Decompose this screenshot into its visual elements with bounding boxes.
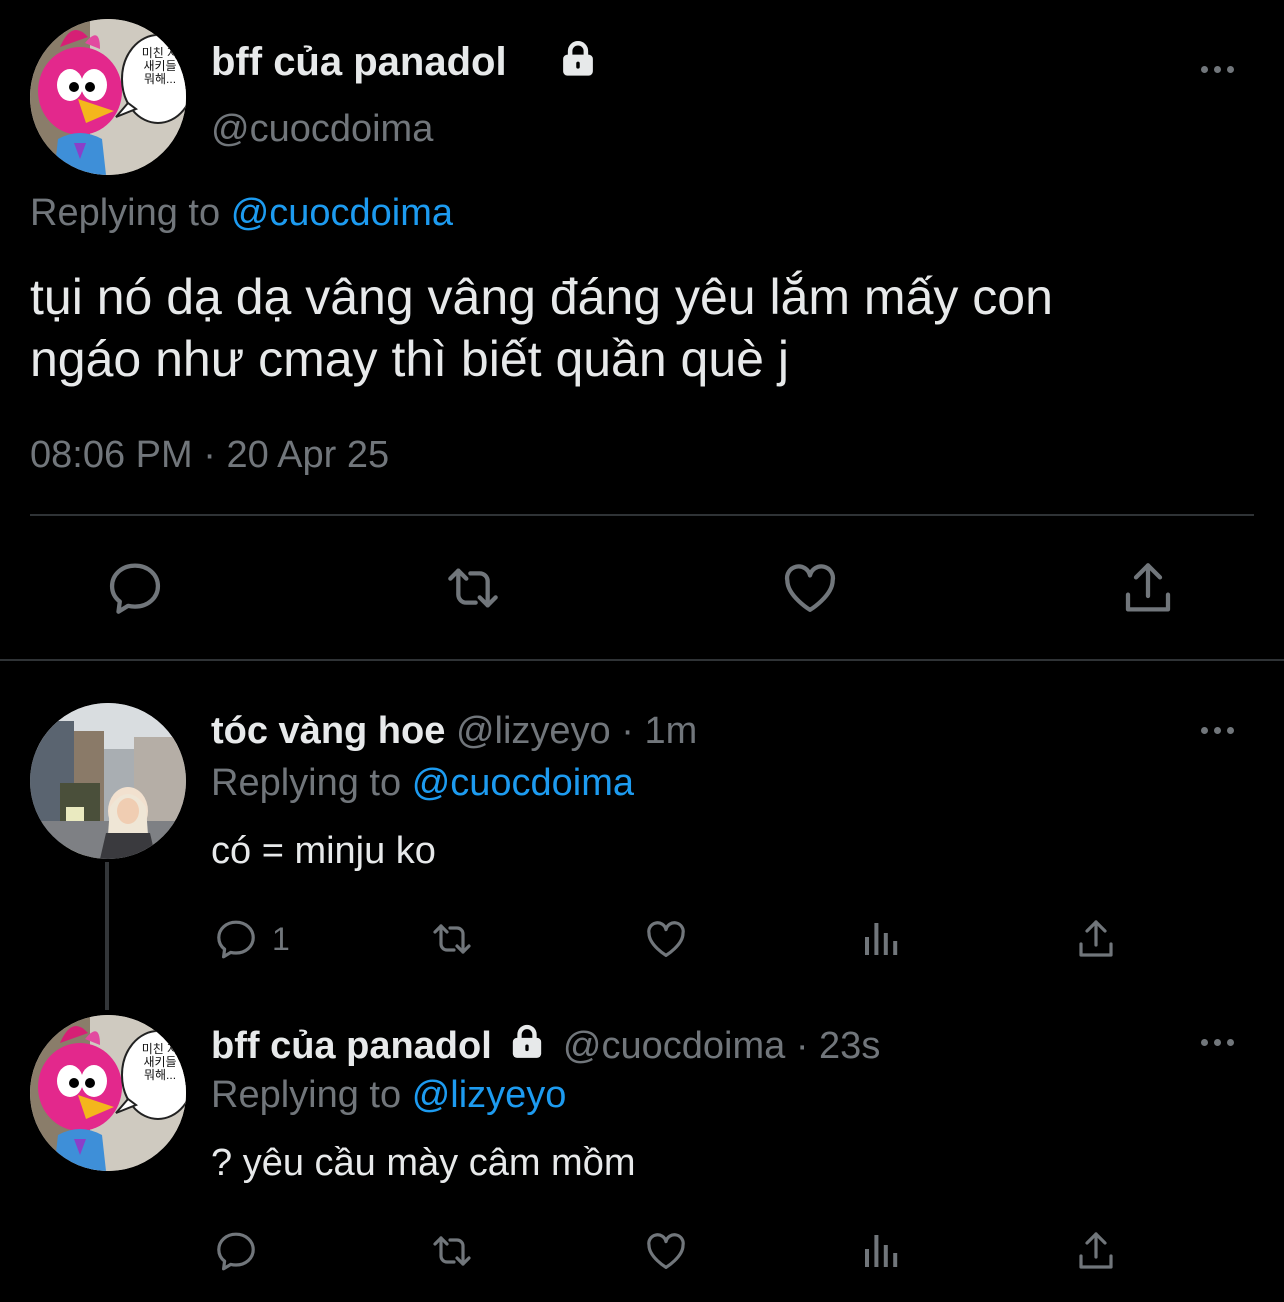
tweet-text-line-1: tụi nó dạ dạ vâng vâng đáng yêu lắm mấy … — [30, 269, 1053, 325]
views-icon[interactable] — [858, 1227, 906, 1275]
replying-to-line: Replying to @cuocdoima — [30, 190, 453, 236]
reply-icon[interactable] — [103, 556, 167, 620]
section-divider — [0, 659, 1284, 661]
like-icon[interactable] — [778, 556, 842, 620]
reply-handle[interactable]: @lizyeyo — [456, 710, 611, 752]
tweet-timestamp[interactable]: 08:06 PM · 20 Apr 25 — [30, 432, 389, 478]
reply-header: tóc vàng hoe @lizyeyo · 1m — [211, 708, 697, 754]
reply-replying-to-line: Replying to @lizyeyo — [211, 1072, 566, 1118]
share-icon[interactable] — [1072, 915, 1120, 963]
retweet-icon[interactable] — [428, 915, 476, 963]
tweet-date: 20 Apr 25 — [226, 434, 390, 476]
reply-display-name[interactable]: bff của panadol — [211, 1025, 492, 1067]
replying-to-link[interactable]: @cuocdoima — [231, 192, 453, 234]
reply-header: bff của panadol @cuocdoima · 23s — [211, 1022, 880, 1069]
reply-icon[interactable] — [212, 915, 260, 963]
replying-prefix: Replying to — [30, 192, 221, 234]
share-icon[interactable] — [1116, 556, 1180, 620]
tweet-time: 08:06 PM — [30, 434, 193, 476]
reply-separator: · — [621, 710, 634, 752]
reply-text: có = minju ko — [211, 830, 436, 872]
replying-to-link[interactable]: @lizyeyo — [412, 1074, 567, 1116]
retweet-icon[interactable] — [441, 556, 505, 620]
more-icon[interactable] — [1201, 727, 1234, 734]
author-display-name[interactable]: bff của panadol — [211, 38, 507, 86]
share-icon[interactable] — [1072, 1227, 1120, 1275]
tweet-text: tụi nó dạ dạ vâng vâng đáng yêu lắm mấy … — [30, 266, 1053, 390]
author-handle[interactable]: @cuocdoima — [211, 106, 433, 152]
like-icon[interactable] — [642, 1227, 690, 1275]
timestamp-separator: · — [203, 434, 216, 476]
tweet-text-line-2: ngáo như cmay thì biết quần què j — [30, 331, 789, 387]
reply-age[interactable]: 1m — [644, 710, 697, 752]
reply-count: 1 — [272, 921, 290, 957]
avatar-speech-bubble-text: 미친 자 새키들 뭐해... — [141, 46, 179, 86]
reply-replying-to-line: Replying to @cuocdoima — [211, 760, 634, 806]
avatar-speech-bubble-text: 미친 자 새키들 뭐해... — [141, 1042, 179, 1082]
retweet-icon[interactable] — [428, 1227, 476, 1275]
replying-prefix: Replying to — [211, 762, 402, 804]
replying-prefix: Replying to — [211, 1074, 402, 1116]
reply-display-name[interactable]: tóc vàng hoe — [211, 710, 445, 752]
reply-text: ? yêu cầu mày câm mồm — [211, 1142, 636, 1184]
reply-avatar[interactable]: 미친 자 새키들 뭐해... — [30, 1015, 186, 1171]
more-icon[interactable] — [1201, 66, 1234, 73]
views-icon[interactable] — [858, 915, 906, 963]
thread-line — [105, 862, 109, 1010]
reply-separator: · — [795, 1025, 809, 1067]
reply-handle[interactable]: @cuocdoima — [563, 1025, 785, 1067]
lock-icon — [556, 38, 600, 80]
reply-avatar[interactable] — [30, 703, 186, 859]
replying-to-link[interactable]: @cuocdoima — [412, 762, 634, 804]
divider — [30, 514, 1254, 516]
reply-age[interactable]: 23s — [819, 1025, 880, 1067]
author-avatar[interactable]: 미친 자 새키들 뭐해... — [30, 19, 186, 175]
reply-icon[interactable] — [212, 1227, 260, 1275]
lock-icon — [506, 1022, 548, 1062]
like-icon[interactable] — [642, 915, 690, 963]
more-icon[interactable] — [1201, 1039, 1234, 1046]
